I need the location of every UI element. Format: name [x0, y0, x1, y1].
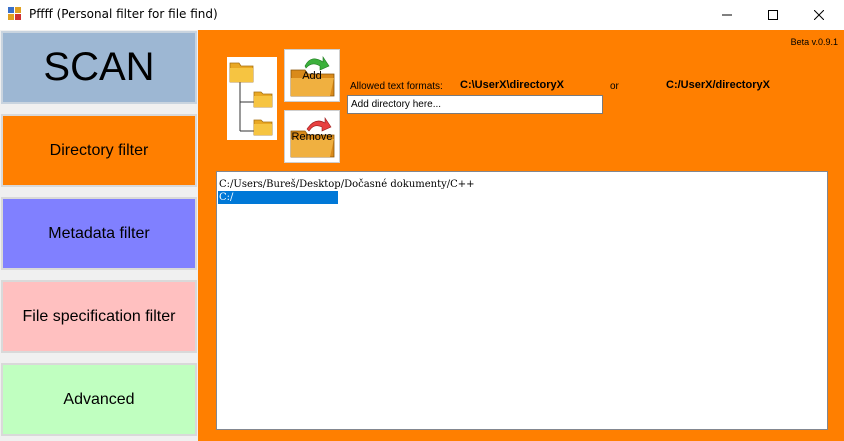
close-button[interactable]	[796, 0, 842, 30]
format-backslash-example: C:\UserX\directoryX	[460, 79, 564, 91]
maximize-button[interactable]	[750, 0, 796, 30]
scan-button[interactable]: SCAN	[1, 31, 197, 104]
file-specification-filter-label: File specification filter	[22, 307, 176, 325]
folder-tree-icon	[227, 57, 277, 140]
sidebar: SCAN Directory filter Metadata filter Fi…	[0, 30, 198, 441]
directory-filter-label: Directory filter	[49, 141, 149, 159]
file-specification-filter-button[interactable]: File specification filter	[1, 280, 197, 353]
app-icon	[8, 7, 21, 20]
remove-label: Remove	[291, 131, 333, 143]
directory-input[interactable]	[347, 95, 603, 114]
scan-label: SCAN	[43, 45, 155, 89]
version-label: Beta v.0.9.1	[790, 37, 838, 47]
advanced-button[interactable]: Advanced	[1, 363, 197, 436]
list-item-selected[interactable]: C:/	[218, 191, 338, 204]
format-slash-example: C:/UserX/directoryX	[666, 79, 770, 91]
window-title: Pffff (Personal filter for file find)	[29, 7, 218, 21]
metadata-filter-button[interactable]: Metadata filter	[1, 197, 197, 270]
close-icon	[814, 10, 824, 20]
minimize-icon	[722, 14, 732, 16]
add-directory-button[interactable]: Add	[284, 49, 340, 102]
maximize-icon	[768, 10, 778, 20]
minimize-button[interactable]	[704, 0, 750, 30]
directory-list[interactable]: C:/Users/Bureš/Desktop/Dočasné dokumenty…	[216, 171, 828, 430]
list-item[interactable]: C:/Users/Bureš/Desktop/Dočasné dokumenty…	[218, 178, 475, 191]
directory-filter-panel: Beta v.0.9.1 Add Remove Allowed text for…	[198, 30, 844, 441]
directory-filter-button[interactable]: Directory filter	[1, 114, 197, 187]
metadata-filter-label: Metadata filter	[48, 224, 150, 242]
allowed-formats-label: Allowed text formats:	[350, 81, 443, 92]
title-bar: Pffff (Personal filter for file find)	[0, 0, 844, 30]
advanced-label: Advanced	[63, 390, 135, 408]
add-label: Add	[302, 70, 322, 82]
remove-directory-button[interactable]: Remove	[284, 110, 340, 163]
or-label: or	[610, 81, 619, 92]
